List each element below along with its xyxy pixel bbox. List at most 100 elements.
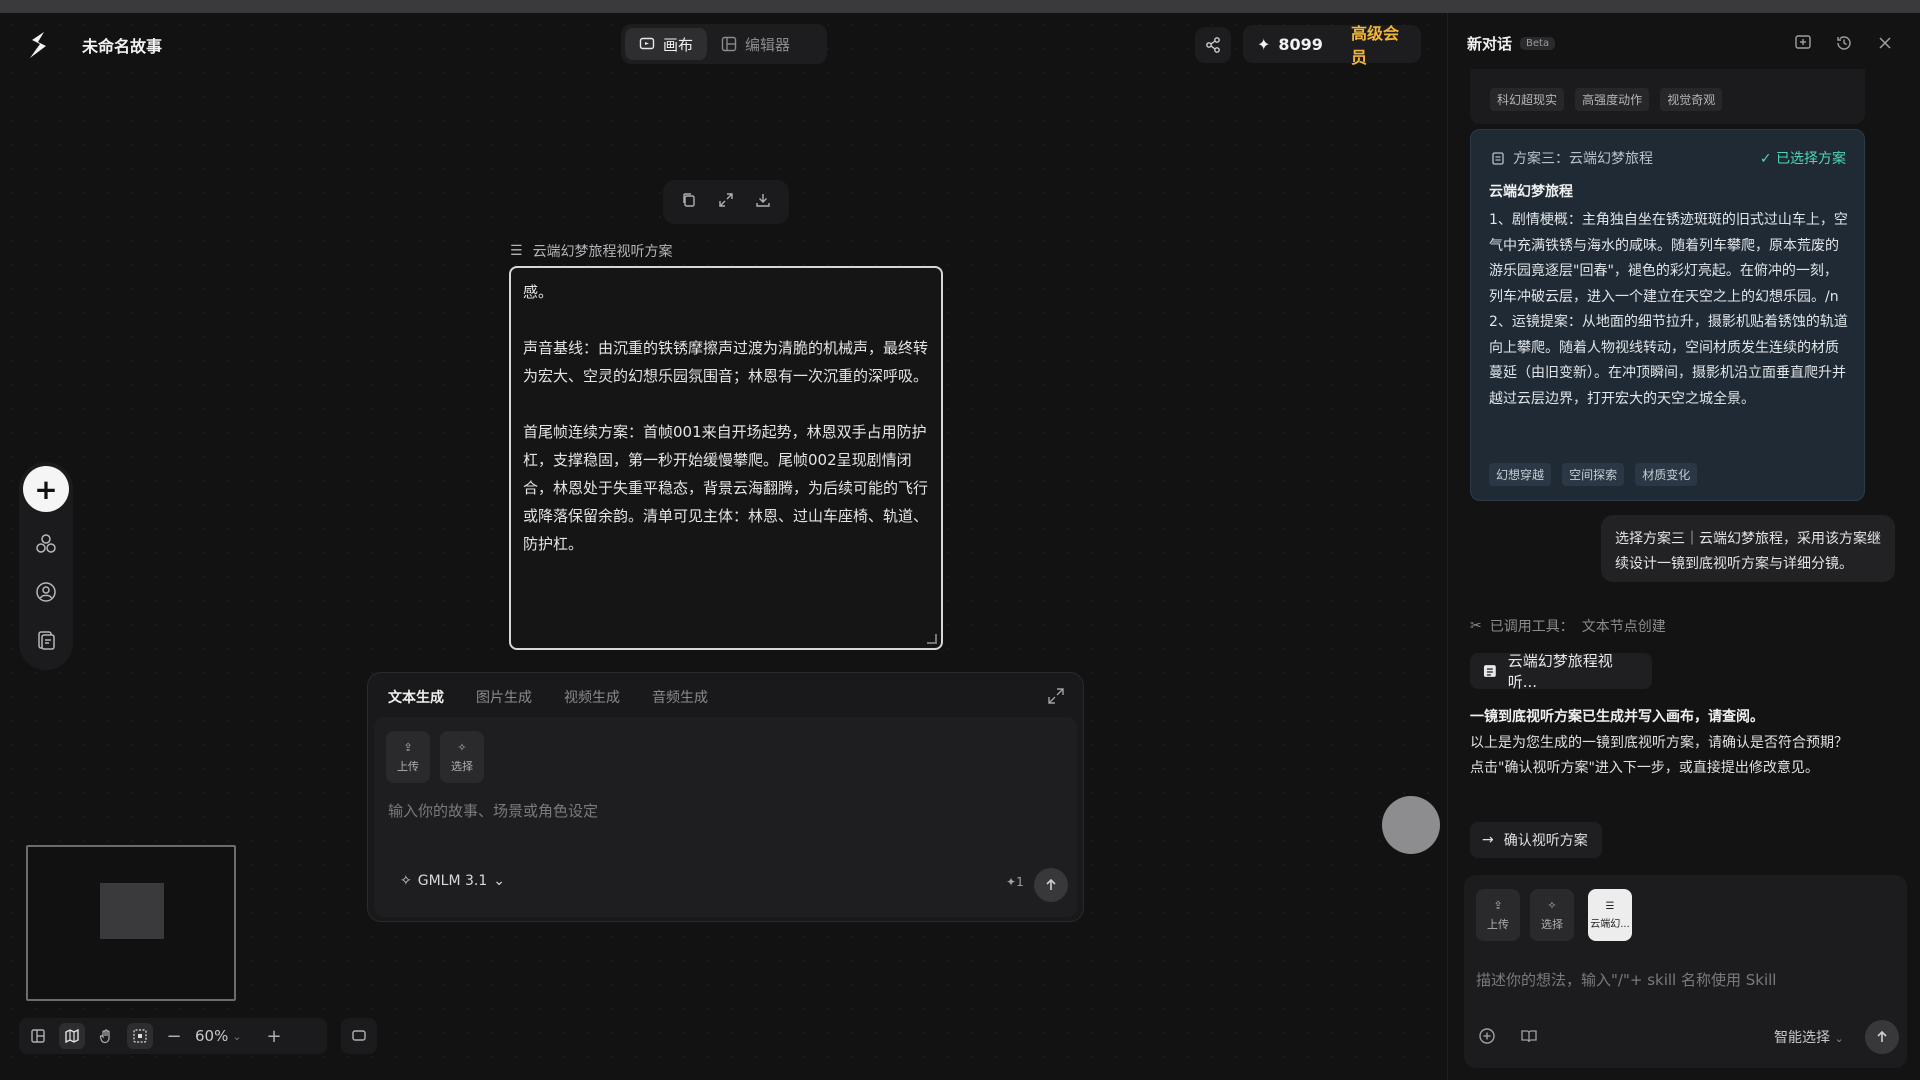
zoom-value: 60% <box>195 1027 229 1045</box>
tab-audio-gen[interactable]: 音频生成 <box>652 687 708 707</box>
expand-panel-button[interactable] <box>1047 687 1067 707</box>
tab-text-gen[interactable]: 文本生成 <box>388 687 444 707</box>
zoom-out-button[interactable]: − <box>161 1023 187 1049</box>
add-circle-button[interactable] <box>1478 1027 1496 1049</box>
floating-assistant-button[interactable] <box>1382 796 1440 854</box>
share-icon <box>1206 37 1220 53</box>
tool-used-label: 已调用工具： <box>1489 619 1574 635</box>
plan-selected-status: ✓ 已选择方案 <box>1759 151 1846 167</box>
hand-icon <box>99 1029 110 1044</box>
close-icon <box>1879 37 1891 49</box>
mode-switch: 画布 编辑器 <box>621 24 827 64</box>
share-button[interactable] <box>1195 27 1231 63</box>
chat-input-box: ⇪ 上传 ✧ 选择 ☰ 云端幻... 描述你的想法，输入"/"+ skill 名… <box>1464 875 1907 1068</box>
assistant-reply-headline: 一镜到底视听方案已生成并写入画布，请查阅。 <box>1470 709 1764 725</box>
download-node-button[interactable] <box>755 192 771 212</box>
text-lines-icon: ☰ <box>1605 900 1615 912</box>
plan-header-text: 方案三：云端幻梦旅程 <box>1513 151 1653 167</box>
nodes-tool[interactable] <box>30 528 62 560</box>
upload-button[interactable]: ⇪ 上传 <box>1476 889 1520 941</box>
editor-icon <box>721 36 737 52</box>
comment-button[interactable] <box>341 1018 377 1054</box>
history-button[interactable] <box>1833 32 1855 54</box>
arrow-up-icon <box>1046 878 1056 890</box>
upload-label: 上传 <box>1487 917 1509 931</box>
tab-editor[interactable]: 编辑器 <box>707 28 804 60</box>
confirm-plan-label: 确认视听方案 <box>1503 833 1588 849</box>
beta-badge: Beta <box>1520 37 1556 50</box>
clipboard-icon <box>1492 152 1504 165</box>
smart-select-label: 智能选择 <box>1774 1030 1830 1046</box>
select-button[interactable]: ✧ 选择 <box>440 731 484 783</box>
upload-icon: ⇪ <box>403 740 413 754</box>
copy-icon <box>683 193 696 207</box>
assistant-reply: 以上是为您生成的一镜到底视听方案，请确认是否符合预期？点击"确认视听方案"进入下… <box>1470 735 1848 776</box>
close-button[interactable] <box>1874 32 1896 54</box>
layout-button[interactable] <box>25 1023 51 1049</box>
expand-icon <box>719 193 733 207</box>
tab-canvas-label: 画布 <box>663 35 694 54</box>
canvas-icon <box>639 37 655 50</box>
chevron-down-icon: ⌄ <box>232 1029 242 1043</box>
tool-used-name: 文本节点创建 <box>1581 619 1666 635</box>
app-logo-icon[interactable] <box>26 30 50 60</box>
plan-header: 方案三：云端幻梦旅程 <box>1491 148 1653 168</box>
book-button[interactable] <box>1520 1027 1538 1049</box>
resize-handle[interactable] <box>927 634 937 644</box>
upload-label: 上传 <box>397 759 419 773</box>
smart-select-dropdown[interactable]: 智能选择 ⌄ <box>1774 1027 1844 1047</box>
tool-used-indicator: ✂ 已调用工具： 文本节点创建 <box>1470 616 1666 636</box>
download-icon <box>755 194 770 207</box>
credits-pill[interactable]: ✦ 8099 高级会员 <box>1243 24 1421 67</box>
tab-video-gen[interactable]: 视频生成 <box>564 687 620 707</box>
copy-node-button[interactable] <box>681 192 697 212</box>
chat-input[interactable]: 描述你的想法，输入"/"+ skill 名称使用 Skill <box>1476 969 1776 990</box>
browser-top-strip <box>0 0 1920 13</box>
tag: 空间探索 <box>1562 463 1625 486</box>
story-input[interactable]: 输入你的故事、场景或角色设定 <box>388 800 598 821</box>
select-button[interactable]: ✧ 选择 <box>1530 889 1574 941</box>
membership-badge[interactable]: 高级会员 <box>1351 20 1407 68</box>
add-node-button[interactable]: + <box>23 466 69 512</box>
attached-node-chip[interactable]: ☰ 云端幻... <box>1588 889 1632 941</box>
tab-canvas[interactable]: 画布 <box>625 28 708 60</box>
zoom-level[interactable]: 60% ⌄ <box>195 1027 253 1045</box>
magic-select-icon: ✧ <box>1547 898 1557 912</box>
plus-circle-icon <box>1479 1028 1495 1044</box>
story-title[interactable]: 未命名故事 <box>82 33 162 57</box>
tag: 高强度动作 <box>1575 88 1650 111</box>
model-name: GMLM 3.1 <box>417 873 488 889</box>
character-tool[interactable] <box>30 576 62 608</box>
assets-icon <box>38 631 55 650</box>
grid-icon <box>133 1029 147 1043</box>
grid-button[interactable] <box>127 1023 153 1049</box>
model-selector[interactable]: ✧ GMLM 3.1 ⌄ <box>400 873 505 889</box>
tag: 材质变化 <box>1635 463 1698 486</box>
zoom-in-button[interactable]: + <box>261 1023 287 1049</box>
minimap[interactable] <box>26 845 236 1001</box>
new-chat-button[interactable] <box>1792 32 1814 54</box>
document-icon <box>1483 665 1496 677</box>
confirm-plan-button[interactable]: → 确认视听方案 <box>1470 822 1602 858</box>
bottom-toolbar: − 60% ⌄ + <box>19 1018 327 1054</box>
sparkle-icon: ✦ <box>1257 34 1271 54</box>
minimap-viewport[interactable] <box>100 883 164 939</box>
message-icon <box>352 1030 366 1041</box>
sparkle-icon: ✧ <box>400 873 412 889</box>
chat-send-button[interactable] <box>1865 1020 1899 1054</box>
text-node[interactable]: 感。 声音基线：由沉重的铁锈摩擦声过渡为清脆的机械声，最终转为宏大、空灵的幻想乐… <box>509 266 943 650</box>
assets-tool[interactable] <box>30 624 62 656</box>
tab-editor-label: 编辑器 <box>745 35 791 54</box>
hand-tool-button[interactable] <box>93 1023 119 1049</box>
send-button[interactable] <box>1034 868 1068 902</box>
expand-node-button[interactable] <box>718 192 734 212</box>
book-icon <box>1521 1030 1537 1043</box>
selected-plan-card[interactable]: 方案三：云端幻梦旅程 ✓ 已选择方案 云端幻梦旅程 1、剧情梗概：主角独自坐在锈… <box>1470 129 1865 501</box>
node-paragraph: 声音基线：由沉重的铁锈摩擦声过渡为清脆的机械声，最终转为宏大、空灵的幻想乐园氛围… <box>523 339 929 385</box>
map-button[interactable] <box>59 1023 85 1049</box>
upload-button[interactable]: ⇪ 上传 <box>386 731 430 783</box>
arrow-up-icon <box>1877 1030 1887 1042</box>
tab-image-gen[interactable]: 图片生成 <box>476 687 532 707</box>
chat-panel: 新对话 Beta 科幻超现实 高强度动作 视觉奇观 方案三：云端幻梦旅程 ✓ 已… <box>1447 13 1920 1080</box>
document-chip[interactable]: 云端幻梦旅程视听... <box>1470 652 1652 691</box>
